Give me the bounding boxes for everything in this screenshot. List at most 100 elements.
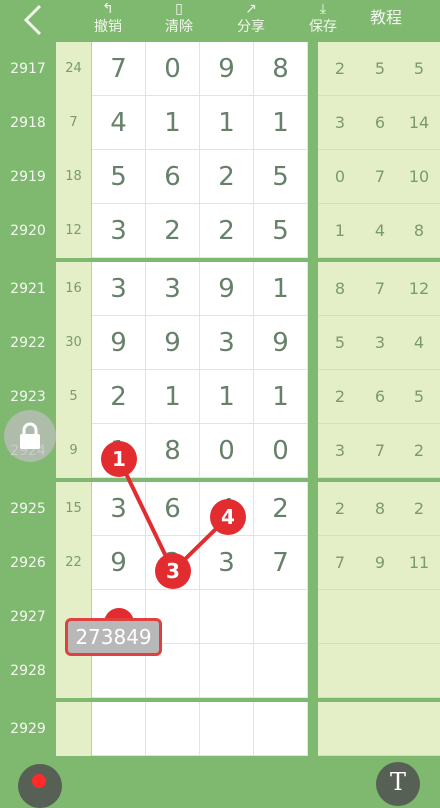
digit-cell[interactable]: 2 [200,204,254,258]
stat-cell: 7 [362,150,398,204]
stat-cell [398,644,440,698]
digit-cell[interactable]: 6 [146,150,200,204]
stat-cell: 3 [318,424,362,478]
digit-cell[interactable]: 9 [200,42,254,96]
sum-value: 15 [56,482,92,536]
digit-cell[interactable]: 0 [146,42,200,96]
sum-value: 12 [56,204,92,258]
table-row: 292491800372 [0,424,440,478]
lock-button[interactable] [4,410,56,462]
digit-cell[interactable]: 7 [254,536,308,590]
digit-cell[interactable]: 9 [92,316,146,370]
digit-cell[interactable]: 7 [92,42,146,96]
stat-cell [362,702,398,756]
digit-cell[interactable]: 3 [92,482,146,536]
stat-cell: 7 [362,262,398,316]
sum-value: 5 [56,370,92,424]
back-button[interactable] [16,2,52,38]
sum-value: 7 [56,96,92,150]
table-row: 2923 5 2 1 1 1 2 6 5 [0,370,440,424]
clear-button[interactable]: ▯ 清除 [162,0,196,42]
issue-number: 2920 [0,204,56,258]
digit-cell[interactable] [92,702,146,756]
digit-cell[interactable] [200,702,254,756]
digit-cell[interactable]: 0 [254,424,308,478]
marker-1[interactable]: 1 [101,441,137,477]
table-row: 29262293377911 [0,536,440,590]
sum-value: 30 [56,316,92,370]
digit-cell[interactable]: 3 [146,262,200,316]
stat-cell [362,590,398,644]
table-row: 2922 30 9 9 3 9 5 3 4 [0,316,440,370]
sum-value: 24 [56,42,92,96]
digit-cell[interactable] [200,590,254,644]
digit-cell[interactable]: 1 [254,96,308,150]
sum-value: 9 [56,424,92,478]
stat-cell: 0 [318,150,362,204]
issue-number: 2926 [0,536,56,590]
issue-number: 2919 [0,150,56,204]
digit-cell[interactable]: 1 [146,370,200,424]
sum-value: 18 [56,150,92,204]
digit-cell[interactable]: 5 [254,204,308,258]
text-tool-button[interactable]: T [376,762,420,806]
digit-cell[interactable]: 6 [146,482,200,536]
toolbar: ↰ 撤销 ▯ 清除 ↗ 分享 ⤓ 保存 教程 [0,0,440,42]
digit-cell[interactable]: 0 [200,424,254,478]
digit-cell[interactable]: 8 [146,424,200,478]
digit-cell[interactable]: 2 [146,204,200,258]
digit-cell[interactable]: 3 [92,262,146,316]
issue-number: 2918 [0,96,56,150]
digit-cell[interactable]: 9 [92,536,146,590]
table-row: 2921 16 3 3 9 1 8 7 12 [0,262,440,316]
digit-cell[interactable]: 1 [254,262,308,316]
stat-cell [318,644,362,698]
digit-cell[interactable]: 2 [200,150,254,204]
stat-cell: 8 [362,482,398,536]
tutorial-button[interactable]: 教程 [370,4,402,28]
note-label[interactable]: 273849 [65,618,162,656]
digit-cell[interactable]: 4 [92,96,146,150]
digit-cell[interactable]: 9 [146,316,200,370]
share-button[interactable]: ↗ 分享 [234,0,268,42]
digit-cell[interactable]: 9 [200,262,254,316]
stat-cell: 2 [398,482,440,536]
digit-cell[interactable] [254,702,308,756]
digit-cell[interactable]: 5 [92,150,146,204]
record-icon [32,774,46,788]
digit-cell[interactable]: 3 [200,536,254,590]
save-button[interactable]: ⤓ 保存 [306,0,340,42]
digit-cell[interactable]: 3 [92,204,146,258]
digit-cell[interactable]: 3 [200,316,254,370]
stat-cell: 8 [318,262,362,316]
marker-3[interactable]: 3 [155,553,191,589]
issue-number: 2917 [0,42,56,96]
digit-cell[interactable]: 2 [254,482,308,536]
digit-cell[interactable] [254,644,308,698]
digit-cell[interactable]: 9 [254,316,308,370]
record-button[interactable] [18,764,62,808]
undo-button[interactable]: ↰ 撤销 [92,0,124,42]
digit-cell[interactable]: 1 [146,96,200,150]
marker-4[interactable]: 4 [210,499,246,535]
stat-cell: 12 [398,262,440,316]
digit-cell[interactable] [146,702,200,756]
digit-cell[interactable]: 1 [200,370,254,424]
stat-cell: 2 [398,424,440,478]
digit-cell[interactable]: 1 [254,370,308,424]
stat-cell [318,702,362,756]
issue-number: 2925 [0,482,56,536]
digit-cell[interactable]: 1 [200,96,254,150]
stat-cell: 7 [362,424,398,478]
digit-cell[interactable]: 8 [254,42,308,96]
stat-cell: 10 [398,150,440,204]
digit-cell[interactable] [200,644,254,698]
digit-cell[interactable]: 5 [254,150,308,204]
digit-cell[interactable]: 2 [92,370,146,424]
table-row: 2920 12 3 2 2 5 1 4 8 [0,204,440,258]
sum-value: 22 [56,536,92,590]
stat-cell: 5 [398,42,440,96]
stat-cell: 5 [362,42,398,96]
issue-number: 2929 [0,702,56,756]
digit-cell[interactable] [254,590,308,644]
